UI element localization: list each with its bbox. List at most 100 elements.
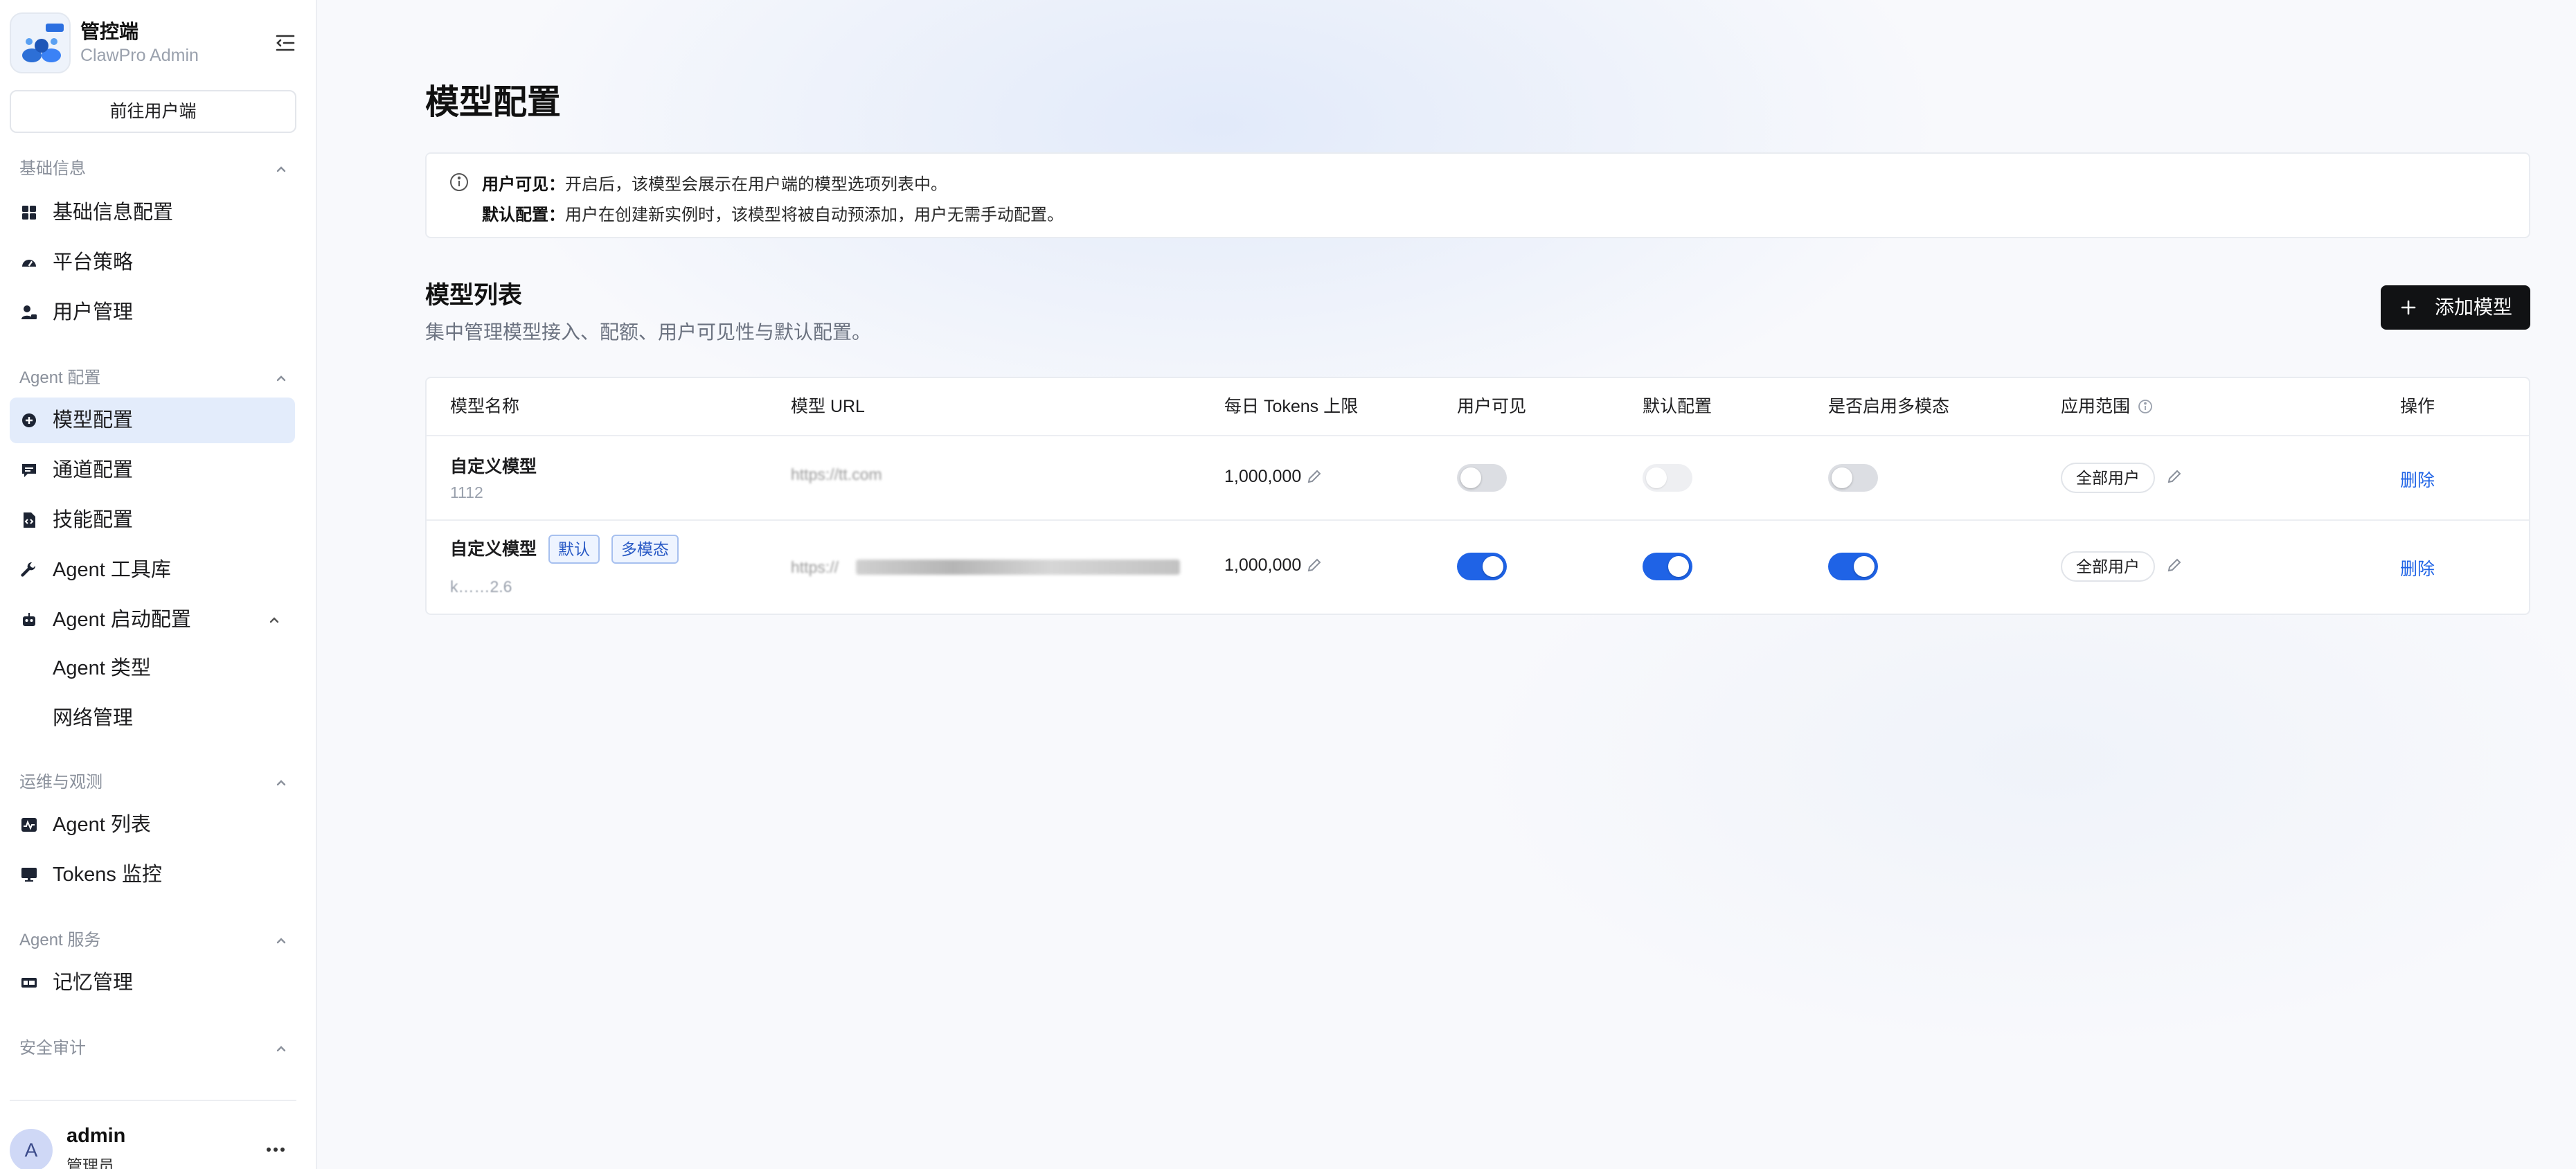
column-header: 用户可见 — [1457, 397, 1527, 416]
info-text: 开启后，该模型会展示在用户端的模型选项列表中。 — [565, 175, 947, 194]
chevron-up-icon — [276, 375, 286, 382]
collapse-sidebar-icon[interactable] — [271, 29, 299, 57]
sidebar-item-agent-list[interactable]: Agent 列表 — [10, 802, 295, 848]
sidebar-item-network-management[interactable]: 网络管理 — [10, 695, 295, 741]
info-circle-icon[interactable] — [2138, 399, 2153, 414]
sidebar-item-label: 模型配置 — [53, 409, 134, 431]
sidebar-item-label: 网络管理 — [53, 707, 134, 729]
toggle-knob — [1646, 467, 1667, 488]
brand-title: 管控端 — [80, 21, 139, 42]
model-list-subtitle: 集中管理模型接入、配额、用户可见性与默认配置。 — [425, 321, 872, 343]
sidebar-item-label: 平台策略 — [53, 251, 134, 274]
toggle-knob — [1483, 556, 1503, 577]
add-model-button[interactable]: 添加模型 — [2381, 285, 2530, 330]
sidebar-item-skill-config[interactable]: 技能配置 — [10, 497, 295, 543]
sidebar-item-model-config[interactable]: 模型配置 — [10, 398, 295, 443]
multimodal-toggle[interactable] — [1828, 553, 1878, 580]
monitor-icon — [21, 868, 37, 882]
default-config-toggle[interactable] — [1643, 553, 1692, 580]
model-list-title: 模型列表 — [425, 282, 523, 309]
sidebar-item-agent-type[interactable]: Agent 类型 — [10, 645, 295, 691]
sidebar-item-memory-management[interactable]: 记忆管理 — [10, 960, 295, 1006]
delete-link[interactable]: 删除 — [2400, 555, 2435, 580]
gauge-icon — [22, 260, 36, 267]
column-header: 模型 URL — [791, 397, 865, 416]
default-tag: 默认 — [548, 535, 600, 564]
sidebar-item-agent-launch-config[interactable]: Agent 启动配置 — [10, 597, 295, 643]
sidebar-item-label: 技能配置 — [53, 509, 134, 531]
sidebar-item-platform-policy[interactable]: 平台策略 — [10, 240, 295, 285]
section-header-agent-service[interactable]: Agent 服务 — [19, 927, 289, 954]
chevron-up-icon — [276, 166, 286, 172]
delete-link[interactable]: 删除 — [2400, 467, 2435, 492]
wrench-icon — [21, 562, 36, 577]
column-header: 默认配置 — [1643, 397, 1712, 416]
info-circle-icon — [450, 173, 468, 191]
toggle-knob — [1832, 467, 1852, 488]
info-key: 用户可见： — [482, 175, 565, 194]
main-content: 模型配置 用户可见：开启后，该模型会展示在用户端的模型选项列表中。 默认配置：用… — [317, 0, 2576, 1169]
section-title: 运维与观测 — [19, 773, 102, 792]
url-redaction — [856, 560, 1180, 575]
chevron-up-icon — [276, 938, 286, 944]
chevron-up-icon — [269, 617, 279, 623]
section-title: 基础信息 — [19, 159, 86, 178]
info-line-default-config: 默认配置：用户在创建新实例时，该模型将被自动预添加，用户无需手动配置。 — [482, 201, 1064, 225]
table-row: 自定义模型 默认 多模态 k……2.6 https:// 1,000,000 全… — [427, 521, 2529, 614]
plus-icon — [2401, 300, 2416, 315]
user-name: admin — [66, 1125, 126, 1147]
sidebar-item-tokens-monitor[interactable]: Tokens 监控 — [10, 852, 295, 898]
scope-badge: 全部用户 — [2061, 463, 2155, 493]
file-code-icon — [24, 512, 35, 528]
sidebar-item-label: Agent 类型 — [53, 657, 151, 679]
section-header-security-audit[interactable]: 安全审计 — [19, 1035, 289, 1062]
goto-user-portal-button[interactable]: 前往用户端 — [10, 90, 296, 133]
sidebar-item-label: Tokens 监控 — [53, 864, 162, 886]
user-visible-toggle[interactable] — [1457, 464, 1507, 492]
multimodal-toggle[interactable] — [1828, 464, 1878, 492]
column-header: 模型名称 — [450, 397, 520, 416]
chevron-up-icon — [276, 1046, 286, 1052]
edit-pencil-icon[interactable] — [2166, 557, 2183, 573]
page-title: 模型配置 — [425, 84, 562, 121]
info-notice: 用户可见：开启后，该模型会展示在用户端的模型选项列表中。 默认配置：用户在创建新… — [425, 152, 2530, 238]
model-name: 自定义模型 — [450, 457, 537, 476]
column-header: 应用范围 — [2061, 397, 2131, 416]
sidebar-item-agent-toolbox[interactable]: Agent 工具库 — [10, 547, 295, 593]
toggle-knob — [1668, 556, 1689, 577]
sidebar-item-label: 基础信息配置 — [53, 202, 174, 224]
section-header-agent-config[interactable]: Agent 配置 — [19, 364, 289, 392]
sidebar-item-label: 用户管理 — [53, 301, 134, 323]
message-icon — [22, 464, 36, 477]
toggle-knob — [1460, 467, 1481, 488]
app-root: 管控端 ClawPro Admin 前往用户端 基础信息 基础信息配置 平台策略 — [0, 0, 2576, 1169]
model-table: 模型名称 模型 URL 每日 Tokens 上限 用户可见 默认配置 是否启用多… — [425, 377, 2530, 615]
column-header: 每日 Tokens 上限 — [1224, 397, 1359, 416]
table-row: 自定义模型 1112 https://tt.com 1,000,000 全部用户… — [427, 436, 2529, 521]
more-options-icon[interactable] — [262, 1141, 289, 1158]
daily-tokens-value: 1,000,000 — [1224, 467, 1302, 486]
sidebar-item-channel-config[interactable]: 通道配置 — [10, 447, 295, 493]
edit-pencil-icon[interactable] — [2166, 468, 2183, 485]
avatar[interactable]: A — [10, 1129, 53, 1169]
robot-icon — [23, 613, 35, 626]
add-model-label: 添加模型 — [2435, 296, 2513, 318]
sidebar-item-label: 通道配置 — [53, 459, 134, 481]
brand: 管控端 ClawPro Admin — [10, 10, 307, 73]
section-header-ops[interactable]: 运维与观测 — [19, 769, 289, 796]
brand-logo — [10, 12, 71, 73]
sidebar-user-footer: A admin 管理员 — [10, 1100, 296, 1169]
model-id: k……2.6 — [450, 578, 512, 596]
edit-pencil-icon[interactable] — [1306, 468, 1323, 485]
column-header: 是否启用多模态 — [1828, 397, 1950, 416]
sidebar-item-label: Agent 工具库 — [53, 559, 171, 581]
section-title: Agent 服务 — [19, 931, 101, 949]
section-header-basic[interactable]: 基础信息 — [19, 155, 289, 183]
sidebar-item-basic-config[interactable]: 基础信息配置 — [10, 190, 295, 235]
user-visible-toggle[interactable] — [1457, 553, 1507, 580]
sidebar-item-user-management[interactable]: 用户管理 — [10, 289, 295, 335]
edit-pencil-icon[interactable] — [1306, 557, 1323, 573]
user-role: 管理员 — [66, 1157, 114, 1169]
sidebar-item-label: 记忆管理 — [53, 972, 134, 994]
daily-tokens-value: 1,000,000 — [1224, 555, 1302, 575]
